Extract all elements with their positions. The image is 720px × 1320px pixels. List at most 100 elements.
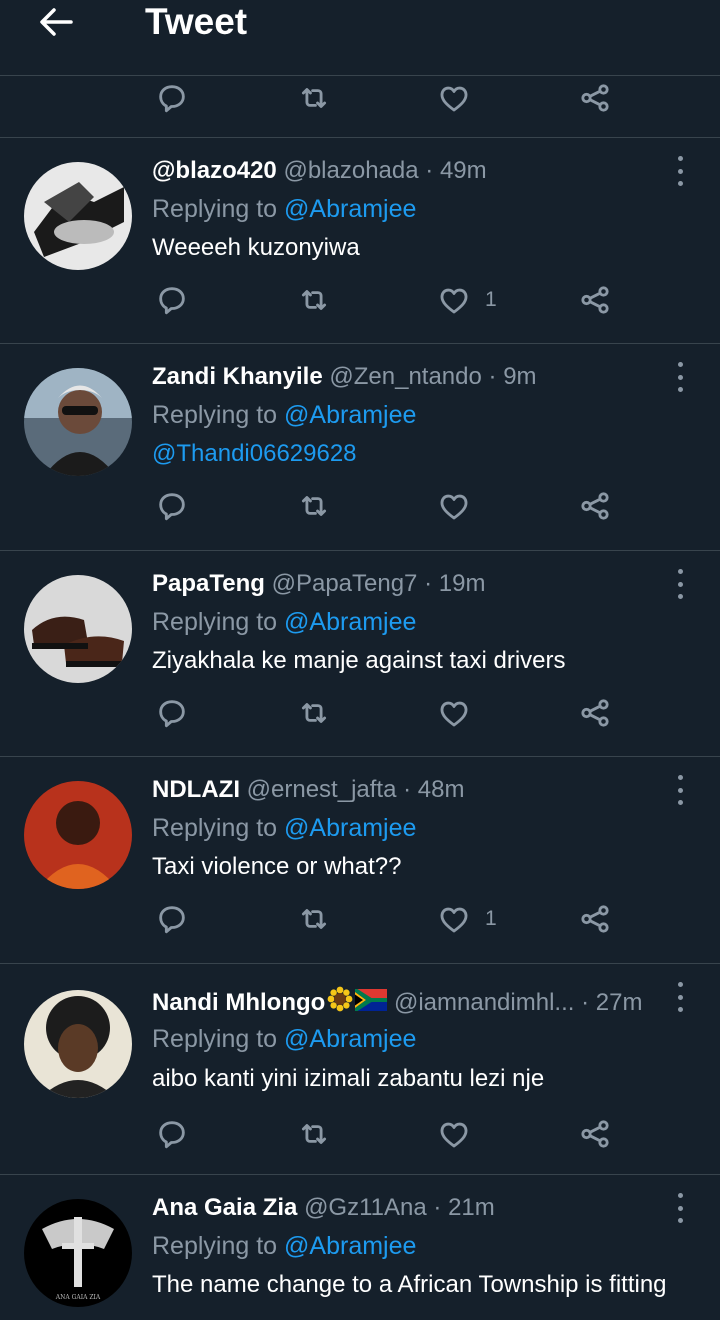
avatar[interactable] xyxy=(24,990,132,1098)
heart-icon xyxy=(437,1117,471,1151)
retweet-button[interactable] xyxy=(297,1114,331,1154)
avatar[interactable] xyxy=(24,368,132,476)
page-title: Tweet xyxy=(145,1,248,42)
like-button[interactable] xyxy=(437,78,471,118)
divider xyxy=(0,137,720,138)
more-icon xyxy=(677,156,683,161)
reply-button[interactable] xyxy=(155,1114,189,1154)
share-icon xyxy=(578,489,612,523)
timestamp[interactable]: 49m xyxy=(440,157,487,184)
replying-to: Replying to @Abramjee xyxy=(152,193,416,225)
retweet-button[interactable] xyxy=(297,280,331,320)
retweet-button[interactable] xyxy=(297,78,331,118)
display-name[interactable]: @blazo420 xyxy=(152,157,277,184)
heart-icon xyxy=(437,696,471,730)
username: @iamnandimhl... xyxy=(393,988,575,1016)
retweet-button[interactable] xyxy=(297,899,331,939)
heart-icon xyxy=(437,902,471,936)
reply-button[interactable] xyxy=(155,280,189,320)
reply-icon xyxy=(155,489,189,523)
mention-link[interactable]: @Abramjee xyxy=(284,814,416,842)
reply-button[interactable] xyxy=(155,78,189,118)
timestamp[interactable]: 48m xyxy=(418,776,465,803)
mention-link[interactable]: @Abramjee xyxy=(284,195,416,223)
tweet-actions: 1 xyxy=(0,899,720,939)
heart-icon xyxy=(437,489,471,523)
timestamp[interactable]: 27m xyxy=(596,989,643,1016)
reply-button[interactable] xyxy=(155,693,189,733)
timestamp[interactable]: 9m xyxy=(503,363,536,390)
like-count: 1 xyxy=(485,907,497,930)
reply-icon xyxy=(155,1117,189,1151)
display-name[interactable]: Zandi Khanyile xyxy=(152,363,323,390)
replying-label: Replying to xyxy=(152,1025,278,1053)
share-button[interactable] xyxy=(578,693,612,733)
tweet-header: PapaTeng @PapaTeng7 · 19m xyxy=(152,568,485,600)
more-options-button[interactable] xyxy=(668,982,692,1012)
share-button[interactable] xyxy=(578,280,612,320)
replying-label: Replying to xyxy=(152,608,278,636)
svg-text:ANA GAIA ZIA: ANA GAIA ZIA xyxy=(55,1294,101,1301)
like-count: 1 xyxy=(485,288,497,311)
replying-to: Replying to @Abramjee xyxy=(152,1230,416,1262)
share-button[interactable] xyxy=(578,1114,612,1154)
back-button[interactable] xyxy=(34,4,78,40)
retweet-icon xyxy=(297,489,331,523)
avatar[interactable] xyxy=(24,575,132,683)
tweet-header: Nandi Mhlongo @iamnandimhl... · 27m xyxy=(152,986,642,1021)
replying-to: Replying to @Abramjee xyxy=(152,399,416,431)
retweet-icon xyxy=(297,902,331,936)
like-button[interactable] xyxy=(437,693,471,733)
like-button[interactable]: 1 xyxy=(437,280,497,320)
like-button[interactable]: 1 xyxy=(437,899,497,939)
tweet-actions xyxy=(0,693,720,733)
sunflower-emoji xyxy=(327,986,353,1021)
mention-link[interactable]: @Abramjee xyxy=(284,401,416,429)
retweet-button[interactable] xyxy=(297,693,331,733)
divider xyxy=(0,1174,720,1175)
share-button[interactable] xyxy=(578,486,612,526)
avatar[interactable] xyxy=(24,162,132,270)
retweet-icon xyxy=(297,1117,331,1151)
mention-link[interactable]: @Abramjee xyxy=(284,1232,416,1260)
more-options-button[interactable] xyxy=(668,775,692,805)
display-name[interactable]: NDLAZI xyxy=(152,776,240,803)
tweet-text[interactable]: @Thandi06629628 xyxy=(152,438,357,470)
replying-to: Replying to @Abramjee xyxy=(152,606,416,638)
tweet-header: Zandi Khanyile @Zen_ntando · 9m xyxy=(152,361,537,393)
avatar[interactable] xyxy=(24,781,132,889)
mention-link[interactable]: @Abramjee xyxy=(284,1025,416,1053)
username: @blazohada xyxy=(283,157,419,184)
tweet-text: Ziyakhala ke manje against taxi drivers xyxy=(152,647,566,674)
timestamp[interactable]: 19m xyxy=(439,570,486,597)
more-options-button[interactable] xyxy=(668,156,692,186)
share-button[interactable] xyxy=(578,78,612,118)
timestamp[interactable]: 21m xyxy=(448,1194,495,1221)
reply-button[interactable] xyxy=(155,486,189,526)
tweet-header: NDLAZI @ernest_jafta · 48m xyxy=(152,774,464,806)
replying-label: Replying to xyxy=(152,195,278,223)
display-name[interactable]: PapaTeng xyxy=(152,570,265,597)
tweet-text: aibo kanti yini izimali zabantu lezi nje xyxy=(152,1065,545,1092)
top-bar: Tweet xyxy=(0,0,720,76)
separator: · xyxy=(424,570,433,597)
divider xyxy=(0,756,720,757)
share-button[interactable] xyxy=(578,899,612,939)
display-name[interactable]: Ana Gaia Zia xyxy=(152,1194,297,1221)
reply-icon xyxy=(155,283,189,317)
avatar[interactable]: ANA GAIA ZIA xyxy=(24,1199,132,1307)
share-icon xyxy=(578,81,612,115)
more-options-button[interactable] xyxy=(668,1193,692,1223)
more-options-button[interactable] xyxy=(668,362,692,392)
username: @ernest_jafta xyxy=(246,776,397,803)
more-options-button[interactable] xyxy=(668,569,692,599)
mention-link[interactable]: @Abramjee xyxy=(284,608,416,636)
display-name[interactable]: Nandi Mhlongo xyxy=(152,989,325,1016)
retweet-button[interactable] xyxy=(297,486,331,526)
tweet-actions: 1 xyxy=(0,280,720,320)
more-icon xyxy=(677,569,683,574)
reply-button[interactable] xyxy=(155,899,189,939)
like-button[interactable] xyxy=(437,1114,471,1154)
south-africa-flag-emoji xyxy=(355,988,388,1020)
like-button[interactable] xyxy=(437,486,471,526)
